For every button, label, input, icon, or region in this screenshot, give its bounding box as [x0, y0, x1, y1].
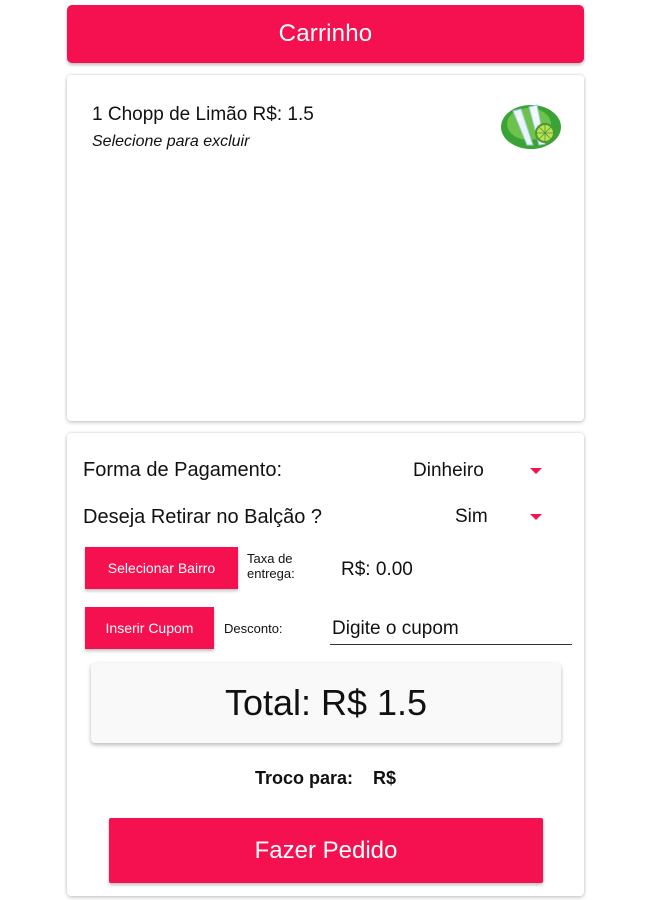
cart-screen: Carrinho 1 Chopp de Limão R$: 1.5 Seleci… [0, 0, 654, 900]
delivery-fee-value: R$: 0.00 [341, 559, 413, 580]
change-currency[interactable]: R$ [373, 768, 396, 789]
select-neighborhood-button[interactable]: Selecionar Bairro [85, 547, 238, 589]
change-row: Troco para: R$ [67, 768, 584, 789]
cart-items-card: 1 Chopp de Limão R$: 1.5 Selecione para … [67, 75, 584, 421]
cart-item-label: 1 Chopp de Limão R$: 1.5 [92, 104, 314, 125]
chevron-down-icon [530, 468, 542, 474]
cart-item-hint: Selecione para excluir [92, 133, 250, 150]
discount-label: Desconto: [224, 621, 283, 636]
payment-method-label: Forma de Pagamento: [83, 459, 282, 481]
pickup-label: Deseja Retirar no Balção ? [83, 506, 323, 528]
total-value: Total: R$ 1.5 [224, 682, 428, 723]
payment-method-value: Dinheiro [413, 460, 484, 481]
change-label: Troco para: [254, 768, 353, 788]
chevron-down-icon [530, 514, 542, 520]
insert-coupon-button[interactable]: Inserir Cupom [85, 607, 214, 649]
coupon-input[interactable] [330, 613, 572, 645]
delivery-fee-label: Taxa de entrega: [247, 551, 295, 581]
cart-header: Carrinho [67, 5, 584, 63]
lime-drink-icon [501, 104, 561, 149]
total-display: Total: R$ 1.5 [91, 663, 561, 743]
pickup-value: Sim [455, 506, 488, 527]
page-title: Carrinho [278, 20, 373, 47]
place-order-button[interactable]: Fazer Pedido [109, 818, 543, 883]
order-details-card: Forma de Pagamento: Dinheiro Deseja Reti… [67, 433, 584, 896]
